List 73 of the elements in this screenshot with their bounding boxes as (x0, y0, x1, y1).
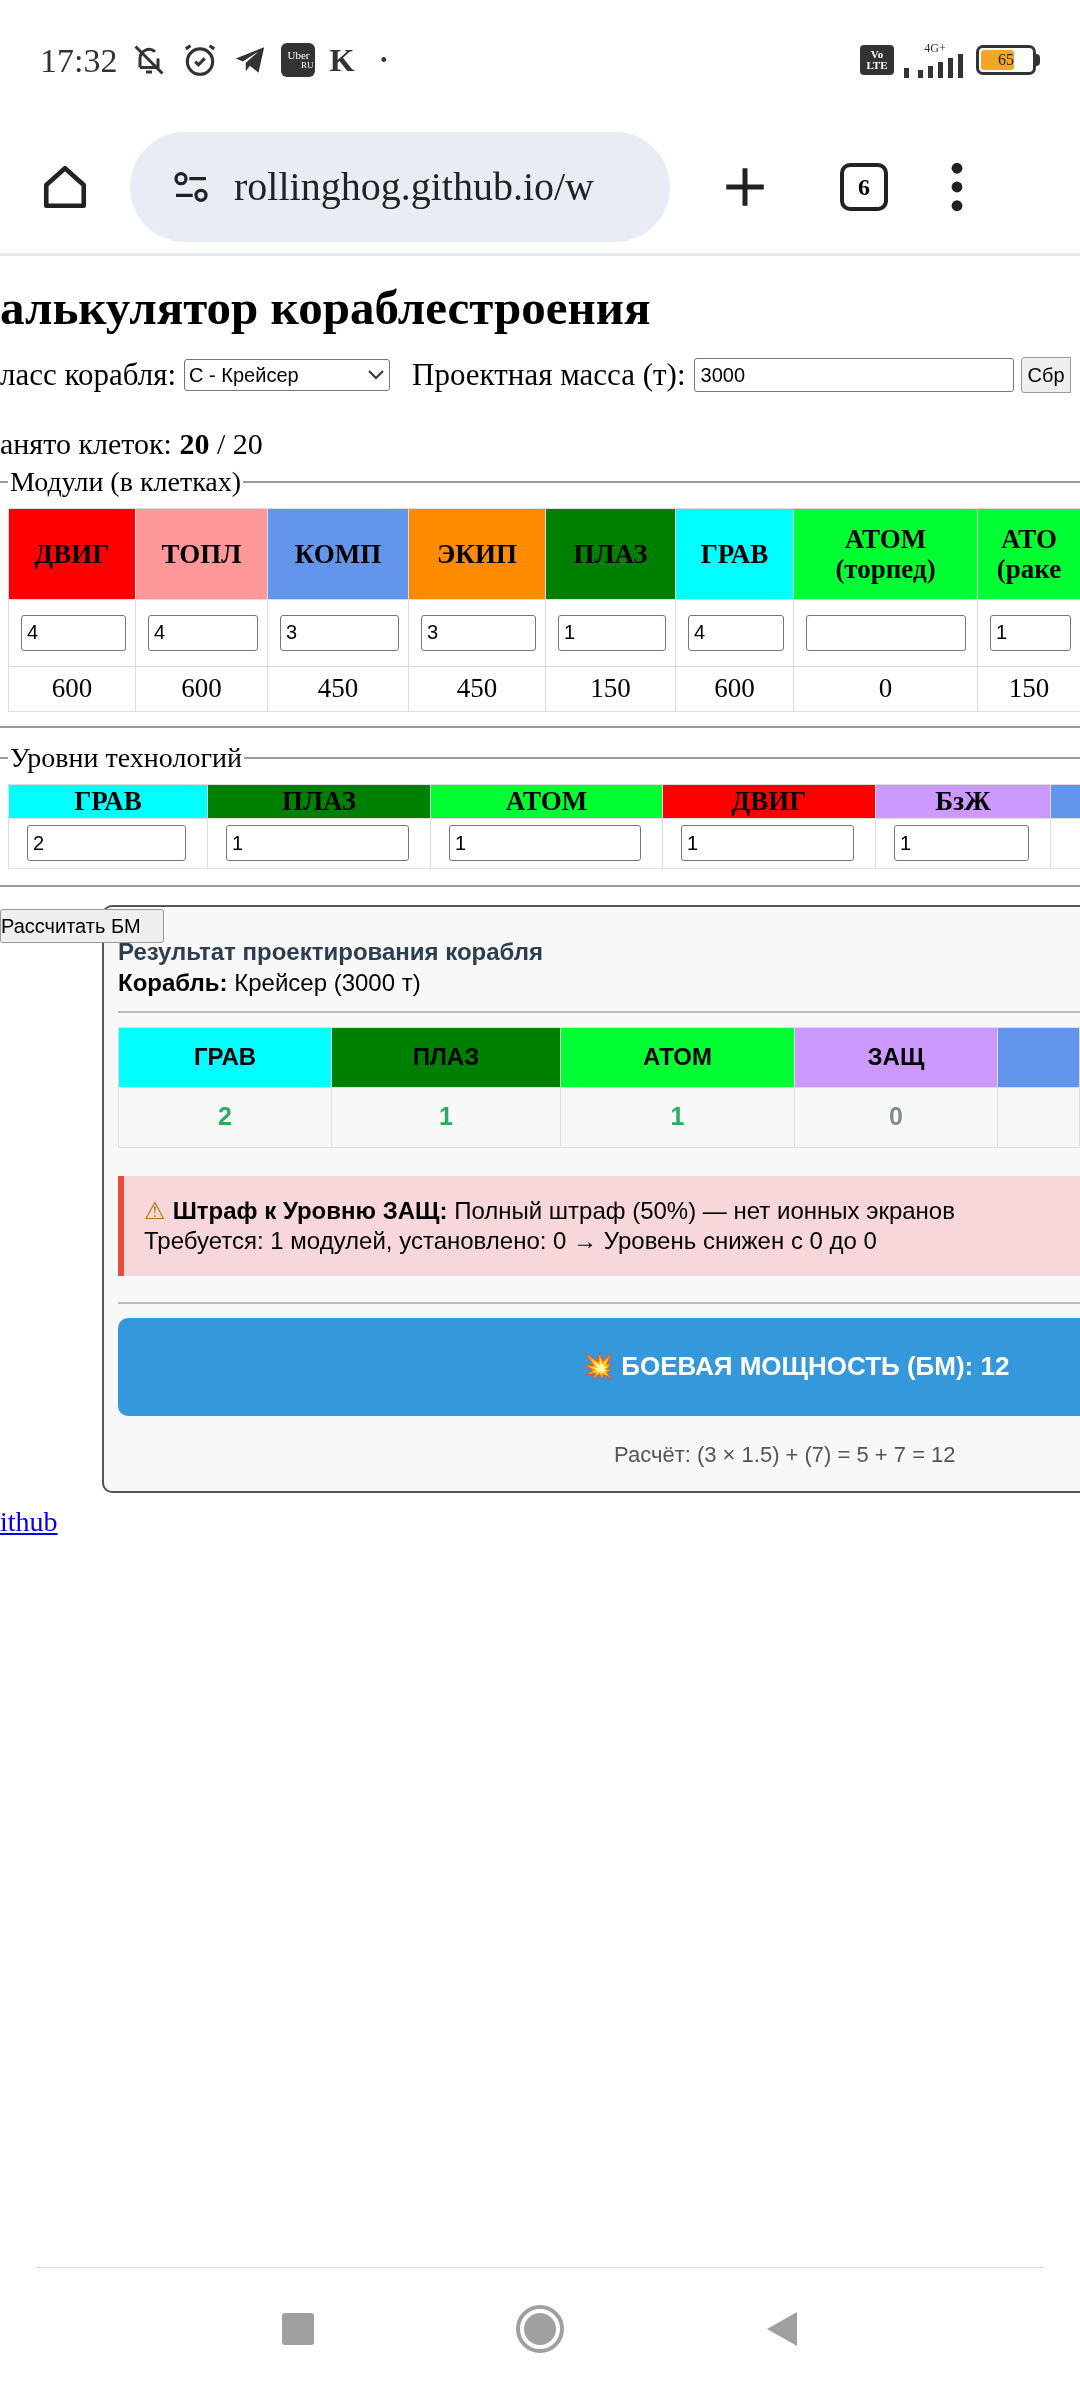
field-label: ласс корабля: (0, 356, 177, 394)
warning-detail: Требуется: 1 модулей, установлено: 0 → Уровень снижен с 0 до 0 (144, 1225, 878, 1256)
module-header: ЭКИП (408, 508, 546, 599)
table-cell: 600 (675, 666, 794, 711)
volte-badge: Vo LTE (860, 45, 894, 75)
table-cell: 450 (408, 666, 546, 711)
fieldset-legend: Модули (в клетках) (8, 465, 244, 498)
module-header: ТОПЛ (135, 508, 268, 599)
module-header: КОМП (267, 508, 409, 599)
page-title: алькулятор кораблестроения (0, 279, 652, 337)
tech-input[interactable]: 1 (894, 825, 1029, 861)
tech-header: БзЖ (875, 784, 1051, 818)
network-label: 4G+ (924, 42, 946, 54)
formula-text: Расчёт: (3 × 1.5) + (7) = 5 + 7 = 12 (613, 1440, 957, 1469)
level-value: 0 (794, 1087, 998, 1147)
module-input[interactable]: 3 (421, 614, 536, 651)
module-header: АТО (раке (977, 508, 1080, 599)
level-header: ГРАВ (118, 1027, 332, 1087)
home-circle-icon[interactable] (515, 2304, 565, 2354)
level-value: 2 (118, 1087, 332, 1147)
module-header: ПЛАЗ (545, 508, 676, 599)
fieldset-legend: Уровни технологий (8, 741, 244, 774)
tech-input[interactable]: 1 (681, 825, 854, 861)
chevron-down-icon (367, 369, 386, 382)
module-input[interactable]: 3 (280, 614, 399, 651)
recent-apps-icon[interactable] (281, 2312, 315, 2346)
tech-header: ДВИГ (662, 784, 876, 818)
module-header: АТОМ (торпед) (793, 508, 978, 599)
module-header: ГРАВ (675, 508, 794, 599)
more-icon[interactable] (950, 161, 964, 212)
notification-dot: • (380, 48, 388, 73)
module-input[interactable] (806, 614, 966, 651)
reset-button[interactable]: Сбр (1020, 357, 1071, 394)
module-input[interactable]: 4 (21, 614, 126, 651)
tech-header: АТОМ (430, 784, 663, 818)
github-link[interactable]: ithub (0, 1500, 58, 1543)
combat-power-banner: 💥 БОЕВАЯ МОЩНОСТЬ (БМ): 12 (118, 1317, 1080, 1416)
tab-count-button[interactable]: 6 (840, 162, 888, 211)
level-header: АТОМ (560, 1027, 795, 1087)
battery-level: 65 (997, 50, 1015, 70)
module-input[interactable]: 4 (148, 614, 258, 651)
module-header: ДВИГ (8, 508, 136, 599)
mass-input[interactable]: 3000 (693, 358, 1014, 393)
address-bar[interactable]: rollinghog.github.io/w (130, 131, 670, 242)
table-cell: 450 (267, 666, 409, 711)
back-icon[interactable] (765, 2310, 799, 2348)
tech-header: ГРАВ (8, 784, 208, 818)
level-header: ЗАЩ (794, 1027, 998, 1087)
module-input[interactable]: 1 (990, 614, 1071, 651)
clock-time: 17:32 (40, 40, 118, 81)
app-badge: Uber RU (281, 43, 316, 77)
level-value: 1 (331, 1087, 561, 1147)
module-input[interactable]: 1 (558, 614, 666, 651)
field-label: Проектная масса (т): (412, 356, 686, 394)
table-cell: 0 (793, 666, 978, 711)
tech-header: ПЛАЗ (207, 784, 431, 818)
cells-count: анято клеток: 20 / 20 (0, 426, 263, 460)
module-input[interactable]: 4 (688, 614, 784, 651)
tech-input[interactable]: 1 (226, 825, 409, 861)
app-letter: K (329, 41, 355, 80)
tech-input[interactable]: 2 (27, 825, 186, 861)
level-header: ПЛАЗ (331, 1027, 561, 1087)
table-cell: 600 (135, 666, 268, 711)
calculate-button[interactable]: Рассчитать БМ (0, 908, 164, 943)
ship-class-select[interactable]: С - Крейсер (184, 359, 391, 392)
signal-icon (904, 54, 966, 78)
tech-input[interactable]: 1 (449, 825, 641, 861)
level-value: 1 (560, 1087, 795, 1147)
url-text: rollinghog.github.io/w (234, 162, 594, 211)
warning-text: ⚠ Штраф к Уровню ЗАЩ: Полный штраф (50%) — нет ионных экранов (144, 1195, 956, 1226)
table-cell: 150 (545, 666, 676, 711)
table-cell: 600 (8, 666, 136, 711)
ship-info: Корабль: Крейсер (3000 т) (118, 967, 422, 998)
